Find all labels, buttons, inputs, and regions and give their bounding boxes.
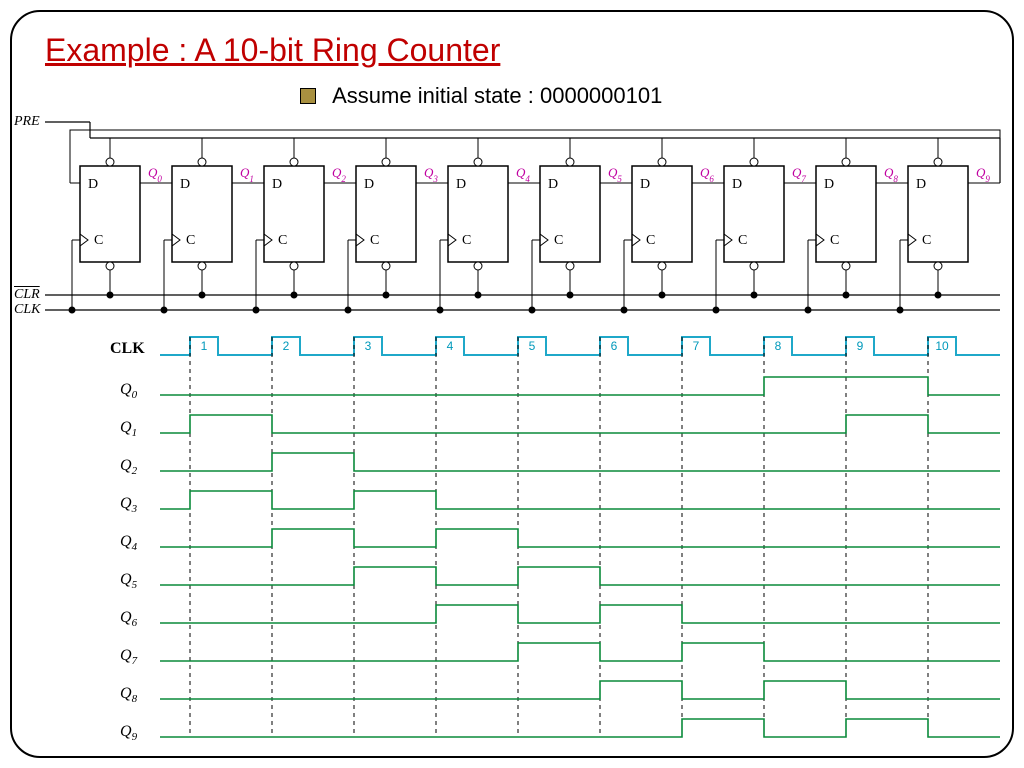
svg-text:C: C xyxy=(646,233,655,248)
svg-text:D: D xyxy=(88,177,98,192)
timing-signal-label: Q6 xyxy=(120,609,137,629)
svg-text:3: 3 xyxy=(365,339,372,353)
timing-signal-label: Q2 xyxy=(120,457,137,477)
timing-signal-label: Q4 xyxy=(120,533,137,553)
svg-text:D: D xyxy=(916,177,926,192)
svg-text:Q6: Q6 xyxy=(700,165,714,184)
svg-text:Q1: Q1 xyxy=(240,165,254,184)
svg-text:Q0: Q0 xyxy=(148,165,162,184)
svg-text:C: C xyxy=(830,233,839,248)
svg-text:10: 10 xyxy=(935,339,949,353)
svg-text:D: D xyxy=(180,177,190,192)
svg-text:4: 4 xyxy=(447,339,454,353)
svg-text:C: C xyxy=(738,233,747,248)
svg-text:Q5: Q5 xyxy=(608,165,622,184)
svg-text:5: 5 xyxy=(529,339,536,353)
timing-signal-label: Q1 xyxy=(120,419,137,439)
slide: Example : A 10-bit Ring Counter Assume i… xyxy=(0,0,1024,768)
svg-text:Q9: Q9 xyxy=(976,165,990,184)
svg-text:D: D xyxy=(272,177,282,192)
timing-signal-label: Q0 xyxy=(120,381,137,401)
page-title: Example : A 10-bit Ring Counter xyxy=(45,32,500,69)
svg-text:6: 6 xyxy=(611,339,618,353)
svg-text:D: D xyxy=(640,177,650,192)
svg-text:1: 1 xyxy=(201,339,208,353)
svg-text:D: D xyxy=(548,177,558,192)
svg-text:D: D xyxy=(732,177,742,192)
svg-text:9: 9 xyxy=(857,339,864,353)
timing-signal-label: Q3 xyxy=(120,495,137,515)
svg-text:8: 8 xyxy=(775,339,782,353)
svg-text:D: D xyxy=(824,177,834,192)
timing-clk-label: CLK xyxy=(110,340,145,358)
subtitle-row: Assume initial state : 0000000101 xyxy=(300,82,662,109)
svg-text:Q2: Q2 xyxy=(332,165,346,184)
svg-text:Q7: Q7 xyxy=(792,165,806,184)
svg-text:Q8: Q8 xyxy=(884,165,898,184)
svg-text:7: 7 xyxy=(693,339,700,353)
svg-text:Q3: Q3 xyxy=(424,165,438,184)
timing-signal-label: Q9 xyxy=(120,723,137,743)
svg-text:C: C xyxy=(922,233,931,248)
svg-text:C: C xyxy=(94,233,103,248)
svg-text:D: D xyxy=(456,177,466,192)
timing-signal-label: Q8 xyxy=(120,685,137,705)
svg-text:C: C xyxy=(186,233,195,248)
svg-text:C: C xyxy=(370,233,379,248)
ring-counter-schematic: D C Q0 D C Q1 D C Q2 D C Q3 D C Q4 D C Q5 D C Q6 D C Q7 D C Q8 D C Q9 xyxy=(0,118,1024,323)
timing-signal-label: Q5 xyxy=(120,571,137,591)
timing-signal-label: Q7 xyxy=(120,647,137,667)
subtitle-text: Assume initial state : 0000000101 xyxy=(332,83,662,108)
svg-text:D: D xyxy=(364,177,374,192)
svg-text:2: 2 xyxy=(283,339,290,353)
timing-diagram: 1 2 3 4 5 6 7 8 9 10 xyxy=(150,335,1024,755)
svg-text:C: C xyxy=(462,233,471,248)
svg-text:C: C xyxy=(554,233,563,248)
svg-text:Q4: Q4 xyxy=(516,165,530,184)
svg-text:C: C xyxy=(278,233,287,248)
bullet-icon xyxy=(300,88,316,104)
